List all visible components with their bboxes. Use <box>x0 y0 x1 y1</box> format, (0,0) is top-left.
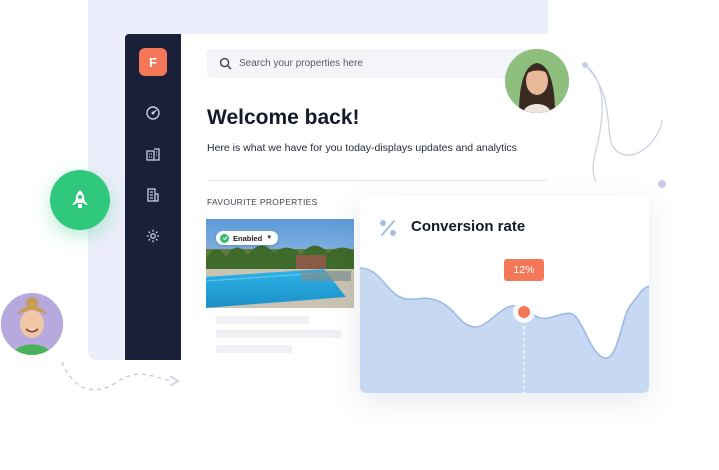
text-placeholder <box>216 316 309 324</box>
status-dropdown[interactable]: Enabled ▼ <box>216 231 279 245</box>
chevron-down-icon: ▼ <box>266 235 273 241</box>
chart-area <box>360 268 649 393</box>
gauge-icon[interactable] <box>144 104 162 122</box>
rocket-icon <box>50 170 110 230</box>
percent-icon <box>380 220 396 236</box>
favourites-heading: FAVOURITE PROPERTIES <box>207 197 318 207</box>
text-placeholder <box>216 330 341 338</box>
sidebar: F <box>125 34 181 360</box>
avatar <box>1 293 63 355</box>
conversion-value-badge: 12% <box>504 259 544 281</box>
avatar <box>505 49 569 113</box>
conversion-rate-card: Conversion rate 12% <box>360 196 649 393</box>
property-photo: Enabled ▼ <box>206 219 354 308</box>
gear-icon[interactable] <box>144 227 162 245</box>
property-card[interactable]: Enabled ▼ <box>206 219 354 359</box>
status-label: Enabled <box>233 233 263 243</box>
page-title: Welcome back! <box>207 106 360 129</box>
app-logo[interactable]: F <box>139 48 167 76</box>
text-placeholder <box>216 345 292 353</box>
check-icon <box>220 233 229 243</box>
chart-marker <box>518 306 530 318</box>
divider <box>207 180 548 181</box>
search-input[interactable]: Search your properties here <box>239 58 363 69</box>
conversion-title: Conversion rate <box>411 218 526 235</box>
search-icon <box>219 57 232 70</box>
office-icon[interactable] <box>144 186 162 204</box>
page-subtitle: Here is what we have for you today-displ… <box>207 142 517 154</box>
search-bar[interactable]: Search your properties here <box>207 49 537 78</box>
building-icon[interactable] <box>144 145 162 163</box>
